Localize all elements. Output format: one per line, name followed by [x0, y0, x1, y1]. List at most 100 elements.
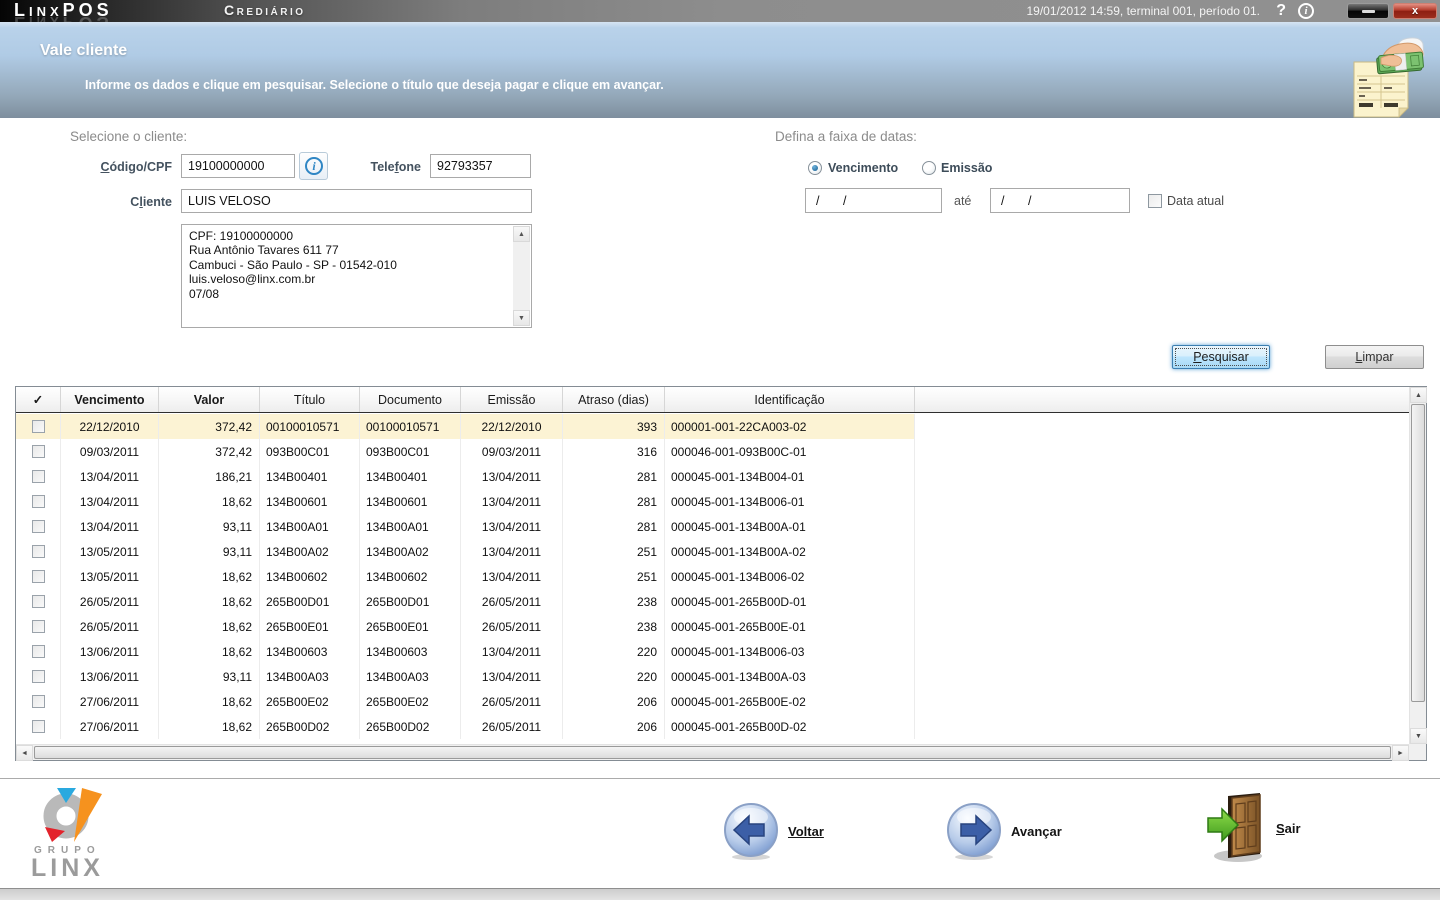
- cliente-input[interactable]: [181, 189, 532, 213]
- table-row[interactable]: 22/12/2010 372,42 00100010571 0010001057…: [16, 414, 1409, 439]
- column-header-filler: [915, 387, 1409, 412]
- close-button[interactable]: x: [1393, 3, 1437, 19]
- radio-vencimento[interactable]: [808, 161, 822, 175]
- page-instruction: Informe os dados e clique em pesquisar. …: [85, 78, 664, 92]
- row-checkbox[interactable]: [31, 520, 45, 533]
- voltar-button[interactable]: Voltar: [722, 801, 824, 861]
- cell-vencimento: 13/04/2011: [61, 514, 159, 539]
- payment-voucher-icon: [1351, 32, 1427, 118]
- cell-titulo: 265B00E01: [260, 614, 360, 639]
- column-header-check[interactable]: ✓: [16, 387, 61, 412]
- row-checkbox[interactable]: [31, 495, 45, 508]
- column-header-identificacao[interactable]: Identificação: [665, 387, 915, 412]
- cell-atraso: 281: [563, 489, 665, 514]
- column-header-valor[interactable]: Valor: [159, 387, 260, 412]
- row-checkbox[interactable]: [31, 695, 45, 708]
- cell-filler: [915, 589, 1409, 614]
- client-details-scrollbar[interactable]: ▲ ▼: [513, 226, 530, 326]
- cell-identificacao: 000045-001-134B00A-03: [665, 664, 915, 689]
- table-row[interactable]: 13/05/2011 93,11 134B00A02 134B00A02 13/…: [16, 539, 1409, 564]
- cell-titulo: 00100010571: [260, 414, 360, 439]
- cell-filler: [915, 539, 1409, 564]
- table-row[interactable]: 27/06/2011 18,62 265B00D02 265B00D02 26/…: [16, 714, 1409, 739]
- table-row[interactable]: 13/04/2011 93,11 134B00A01 134B00A01 13/…: [16, 514, 1409, 539]
- row-checkbox[interactable]: [31, 670, 45, 683]
- column-header-titulo[interactable]: Título: [260, 387, 360, 412]
- row-checkbox[interactable]: [31, 470, 45, 483]
- cell-identificacao: 000045-001-134B00A-02: [665, 539, 915, 564]
- date-to-input[interactable]: [990, 188, 1130, 213]
- cell-filler: [915, 489, 1409, 514]
- cell-documento: 134B00401: [360, 464, 461, 489]
- client-info-button[interactable]: i: [299, 152, 328, 180]
- vertical-scrollbar[interactable]: ▲ ▼: [1409, 387, 1427, 744]
- table-header: ✓ Vencimento Valor Título Documento Emis…: [16, 387, 1409, 413]
- scroll-left-icon[interactable]: ◄: [16, 745, 33, 761]
- about-info-icon[interactable]: i: [1298, 3, 1314, 19]
- table-row[interactable]: 13/04/2011 186,21 134B00401 134B00401 13…: [16, 464, 1409, 489]
- cell-filler: [915, 639, 1409, 664]
- table-row[interactable]: 26/05/2011 18,62 265B00E01 265B00E01 26/…: [16, 614, 1409, 639]
- data-atual-label[interactable]: Data atual: [1167, 194, 1224, 208]
- help-icon[interactable]: ?: [1276, 0, 1286, 22]
- column-header-atraso[interactable]: Atraso (dias): [563, 387, 665, 412]
- row-checkbox[interactable]: [31, 420, 45, 433]
- date-from-input[interactable]: [805, 188, 942, 213]
- cell-valor: 18,62: [159, 489, 260, 514]
- horizontal-scrollbar[interactable]: ◄ ►: [16, 744, 1409, 761]
- row-checkbox[interactable]: [31, 595, 45, 608]
- cell-emissao: 13/04/2011: [461, 489, 563, 514]
- row-checkbox[interactable]: [31, 570, 45, 583]
- sair-button[interactable]: Sair: [1206, 792, 1301, 864]
- cell-valor: 18,62: [159, 564, 260, 589]
- row-checkbox[interactable]: [31, 720, 45, 733]
- row-checkbox[interactable]: [31, 645, 45, 658]
- scroll-right-icon[interactable]: ►: [1392, 745, 1409, 761]
- table-body: 22/12/2010 372,42 00100010571 0010001057…: [16, 414, 1409, 744]
- row-checkbox[interactable]: [31, 545, 45, 558]
- telefone-input[interactable]: [430, 154, 531, 178]
- table-row[interactable]: 26/05/2011 18,62 265B00D01 265B00D01 26/…: [16, 589, 1409, 614]
- scroll-up-icon[interactable]: ▲: [1410, 387, 1427, 403]
- cell-titulo: 134B00603: [260, 639, 360, 664]
- minimize-button[interactable]: [1347, 3, 1389, 19]
- radio-emissao-label[interactable]: Emissão: [941, 161, 992, 175]
- table-row[interactable]: 13/04/2011 18,62 134B00601 134B00601 13/…: [16, 489, 1409, 514]
- cell-titulo: 134B00A01: [260, 514, 360, 539]
- table-row[interactable]: 13/06/2011 93,11 134B00A03 134B00A03 13/…: [16, 664, 1409, 689]
- avancar-button[interactable]: Avançar: [945, 801, 1062, 861]
- codigo-cpf-input[interactable]: [181, 154, 295, 178]
- cell-filler: [915, 414, 1409, 439]
- table-row[interactable]: 27/06/2011 18,62 265B00E02 265B00E02 26/…: [16, 689, 1409, 714]
- cell-filler: [915, 614, 1409, 639]
- cell-valor: 18,62: [159, 639, 260, 664]
- pesquisar-button[interactable]: Pesquisar: [1172, 345, 1270, 369]
- details-scroll-up-icon[interactable]: ▲: [513, 226, 530, 242]
- horizontal-scroll-thumb[interactable]: [34, 746, 1391, 759]
- column-header-emissao[interactable]: Emissão: [461, 387, 563, 412]
- table-row[interactable]: 13/05/2011 18,62 134B00602 134B00602 13/…: [16, 564, 1409, 589]
- column-header-documento[interactable]: Documento: [360, 387, 461, 412]
- cell-valor: 93,11: [159, 664, 260, 689]
- row-checkbox[interactable]: [31, 445, 45, 458]
- cell-titulo: 265B00E02: [260, 689, 360, 714]
- cell-valor: 18,62: [159, 614, 260, 639]
- radio-vencimento-label[interactable]: Vencimento: [828, 161, 898, 175]
- radio-emissao[interactable]: [922, 161, 936, 175]
- cell-identificacao: 000045-001-265B00D-01: [665, 589, 915, 614]
- data-atual-checkbox[interactable]: [1148, 194, 1162, 208]
- details-scroll-down-icon[interactable]: ▼: [513, 310, 530, 326]
- cell-documento: 134B00603: [360, 639, 461, 664]
- cell-atraso: 206: [563, 689, 665, 714]
- client-details[interactable]: CPF: 19100000000 Rua Antônio Tavares 611…: [181, 224, 532, 328]
- table-row[interactable]: 13/06/2011 18,62 134B00603 134B00603 13/…: [16, 639, 1409, 664]
- scroll-down-icon[interactable]: ▼: [1410, 728, 1427, 744]
- telefone-label-pre: Tele: [370, 160, 395, 174]
- table-row[interactable]: 09/03/2011 372,42 093B00C01 093B00C01 09…: [16, 439, 1409, 464]
- column-header-vencimento[interactable]: Vencimento: [61, 387, 159, 412]
- cell-documento: 00100010571: [360, 414, 461, 439]
- row-checkbox[interactable]: [31, 620, 45, 633]
- vertical-scroll-thumb[interactable]: [1411, 404, 1425, 702]
- cell-filler: [915, 564, 1409, 589]
- limpar-button[interactable]: Limpar: [1325, 345, 1424, 369]
